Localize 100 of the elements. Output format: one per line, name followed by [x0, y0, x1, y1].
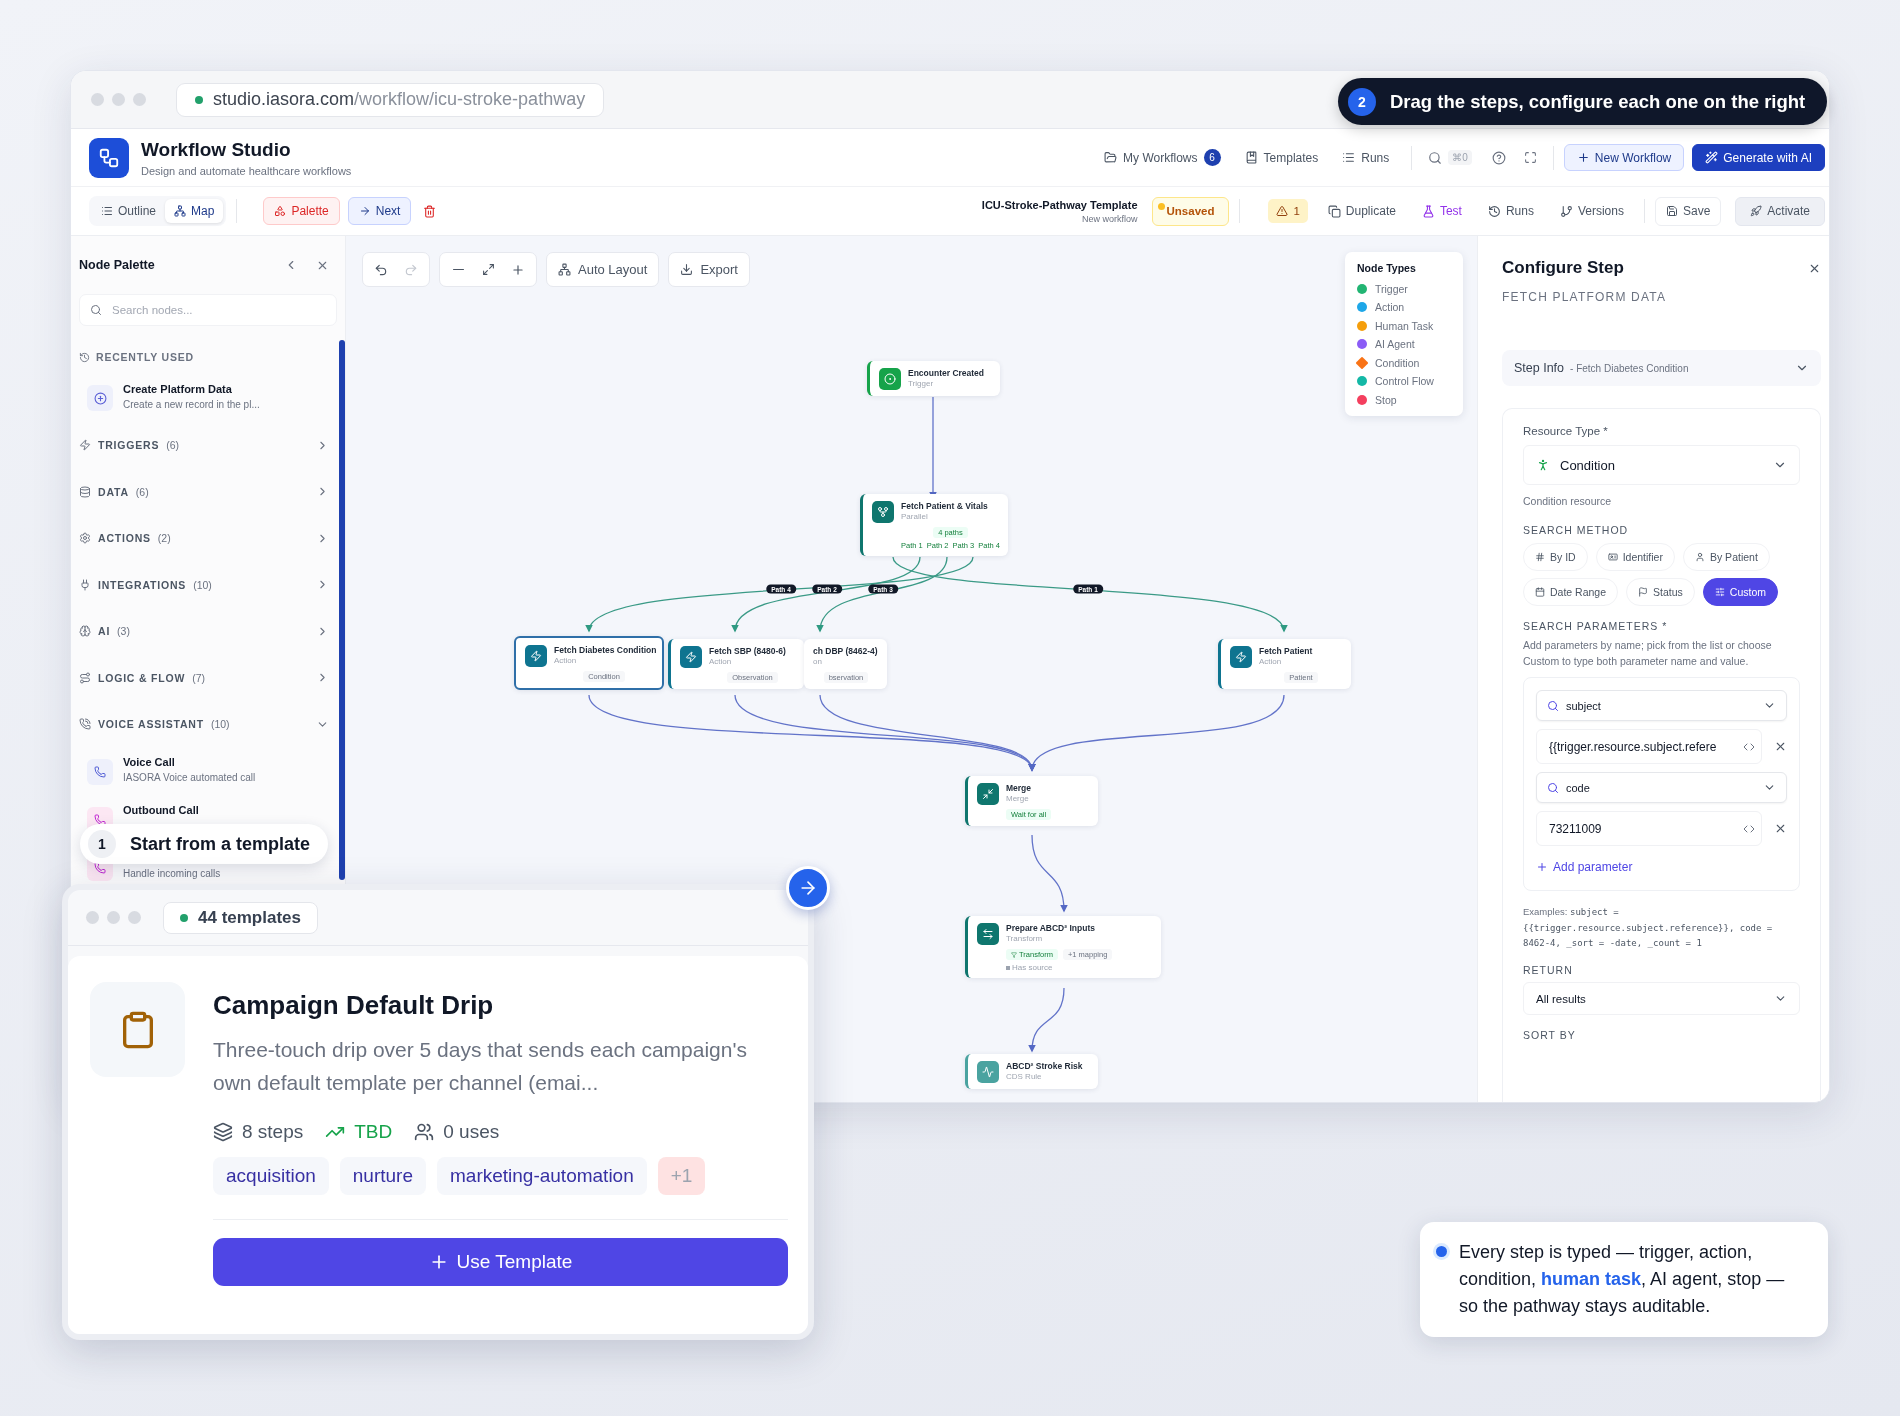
category-row[interactable]: LOGIC & FLOW (7) [79, 654, 339, 701]
node-title: ch DBP (8462-4) [813, 646, 879, 656]
nav-link[interactable]: Templates [1232, 146, 1331, 169]
app-subtitle: Design and automate healthcare workflows [141, 164, 352, 177]
plus-icon [1576, 151, 1590, 164]
legend-label: Human Task [1375, 319, 1434, 332]
activate-button[interactable]: Activate [1735, 196, 1825, 226]
view-tab[interactable]: Map [165, 199, 224, 223]
window-dot[interactable] [91, 93, 104, 106]
list-icon [1342, 151, 1356, 164]
method-chip[interactable]: Custom [1702, 577, 1778, 606]
method-chip[interactable]: Status [1626, 577, 1695, 606]
palette-item[interactable]: Voice Call IASORA Voice automated call [79, 747, 339, 796]
node-title: Fetch Patient & Vitals [901, 501, 989, 511]
search-icon [1547, 699, 1559, 712]
bookmark-icon [1244, 151, 1258, 164]
use-template-button[interactable]: Use Template [213, 1238, 788, 1286]
search-icon [90, 304, 102, 316]
trash-icon [423, 204, 437, 218]
nav-link[interactable]: My Workflows 6 [1092, 145, 1233, 170]
export-button[interactable]: Export [668, 252, 750, 287]
tag: acquisition [213, 1157, 329, 1195]
status-badge: Unsaved [1151, 196, 1230, 226]
method-chip[interactable]: Identifier [1595, 542, 1675, 571]
plug-icon [79, 578, 91, 591]
method-chip[interactable]: Date Range [1523, 577, 1619, 606]
section-label: RETURN [1523, 964, 1574, 977]
category-row[interactable]: DATA (6) [79, 468, 339, 515]
callout-text: Every step is typed — trigger, action, condition, human task, AI agent, stop — so the pathway stays auditable. [1459, 1241, 1786, 1318]
folder-icon [1104, 151, 1118, 164]
toolbar-button[interactable]: Versions [1549, 200, 1634, 222]
method-chip[interactable]: By ID [1523, 542, 1588, 571]
parameter-select[interactable]: code [1536, 772, 1787, 804]
toolbar-button[interactable]: Test [1411, 200, 1472, 222]
save-button[interactable]: Save [1654, 196, 1722, 226]
history-icon [79, 351, 90, 363]
return-select[interactable]: All results [1523, 982, 1800, 1016]
category-row[interactable]: AI (3) [79, 608, 339, 655]
search-icon [1428, 150, 1443, 165]
generate-ai-button[interactable]: Generate with AI [1692, 144, 1825, 171]
add-parameter-button[interactable]: Add parameter [1536, 854, 1787, 879]
warning-badge[interactable]: 1 [1268, 199, 1308, 223]
window-dot[interactable] [86, 911, 99, 924]
new-workflow-button[interactable]: New Workflow [1563, 144, 1685, 171]
address-bar[interactable]: studio.iasora.com/workflow/icu-stroke-pathway [176, 82, 605, 117]
category-row[interactable]: INTEGRATIONS (10) [79, 561, 339, 608]
download-icon [680, 263, 694, 276]
resource-select[interactable]: Condition [1523, 445, 1800, 485]
value-input[interactable]: {{trigger.resource.subject.refere [1547, 730, 1739, 764]
palette-button[interactable]: Palette [263, 197, 340, 225]
field-label: Resource Type * [1523, 425, 1609, 437]
inline-link[interactable]: human task [1541, 1269, 1642, 1289]
section-label: SEARCH PARAMETERS * [1523, 619, 1669, 632]
template-stat: TBD [325, 1121, 393, 1143]
network-icon [558, 263, 571, 276]
category-row[interactable]: VOICE ASSISTANT (10) [79, 701, 339, 748]
nav-link[interactable]: Runs [1330, 146, 1402, 169]
window-dot[interactable] [107, 911, 120, 924]
phone-icon [94, 813, 106, 826]
phone-icon [79, 718, 91, 731]
tooltip-text: Drag the steps, configure each one on the right [1390, 90, 1806, 113]
node-title: Fetch SBP (8480-6) [709, 646, 787, 656]
users-icon [414, 1122, 435, 1142]
toolbar-button[interactable]: Duplicate [1317, 200, 1406, 222]
workflow-subtitle: New workflow [1082, 213, 1138, 224]
legend-title: Node Types [1357, 262, 1417, 274]
node-type: Parallel [901, 512, 929, 521]
step-info-toggle[interactable]: Step Info - Fetch Diabetes Condition [1502, 350, 1821, 386]
node-title: Fetch Diabetes Condition [554, 645, 654, 655]
brain-icon [79, 625, 91, 638]
node-type: Merge [1006, 794, 1030, 803]
workflow-node[interactable]: Encounter Created Trigger [867, 361, 1000, 396]
category-row[interactable]: ACTIONS (2) [79, 515, 339, 562]
scrollbar[interactable] [339, 340, 345, 880]
value-input[interactable]: 73211009 [1547, 812, 1739, 846]
view-tab[interactable]: Outline [92, 199, 166, 223]
branch-icon [1559, 204, 1573, 218]
auto-layout-button[interactable]: Auto Layout [546, 252, 660, 287]
palette-item[interactable]: Create Platform Data Create a new record in the pl... [79, 374, 339, 422]
network-icon [174, 205, 187, 217]
node-title: Merge [1006, 783, 1033, 793]
search-input[interactable]: Search nodes... [110, 295, 326, 325]
workflow-node[interactable]: ABCD² Stroke Risk CDS Rule [965, 1054, 1098, 1089]
method-chip[interactable]: By Patient [1682, 542, 1770, 571]
window-dot[interactable] [133, 93, 146, 106]
window-dot[interactable] [128, 911, 141, 924]
toolbar-button[interactable]: Runs [1477, 200, 1544, 222]
next-button[interactable]: Next [347, 197, 412, 225]
value-field[interactable]: {{trigger.resource.subject.refere [1536, 729, 1762, 765]
secure-dot-icon [195, 95, 203, 104]
category-row[interactable]: TRIGGERS (6) [79, 422, 339, 469]
rocket-icon [1750, 205, 1763, 217]
tag: nurture [339, 1157, 426, 1195]
undo-icon [374, 262, 388, 277]
node-type: Action [554, 656, 578, 665]
search-field[interactable]: Search nodes... [79, 294, 337, 326]
window-dot[interactable] [112, 93, 125, 106]
value-field[interactable]: 73211009 [1536, 811, 1762, 847]
person-icon [1694, 551, 1705, 562]
parameter-select[interactable]: subject [1536, 690, 1787, 722]
